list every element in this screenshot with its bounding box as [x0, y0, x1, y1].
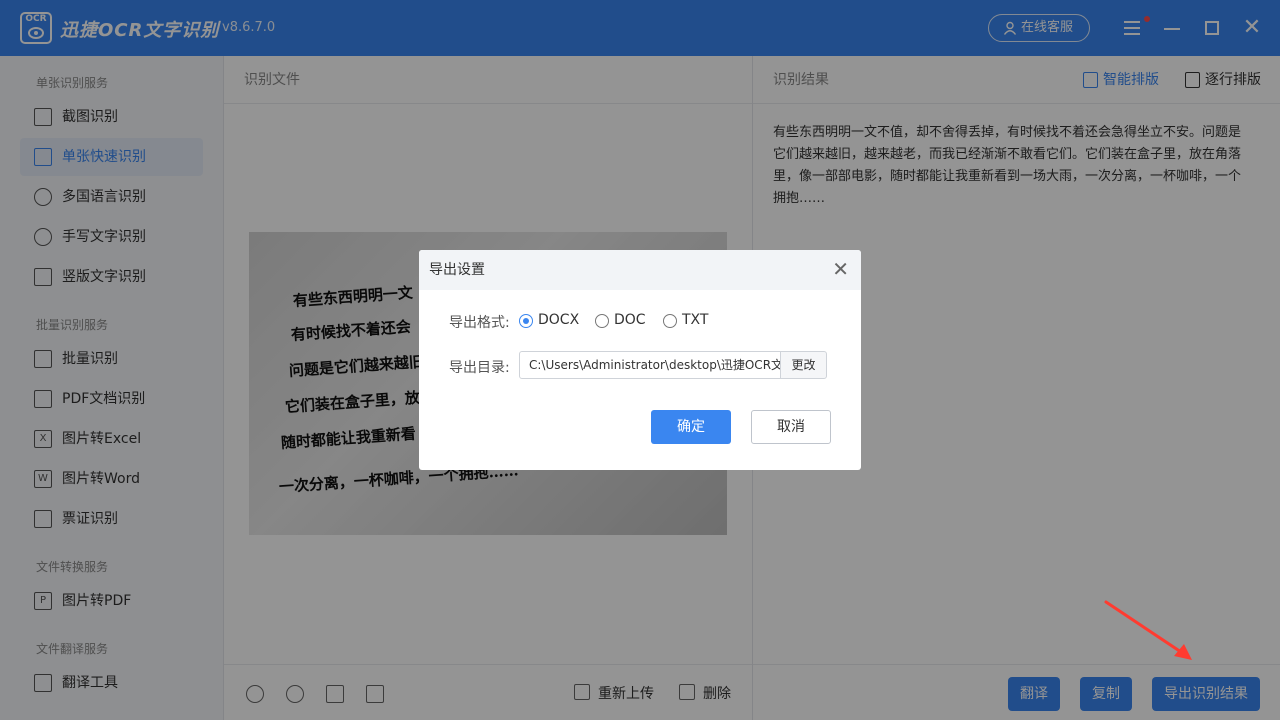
dialog-title: 导出设置 — [419, 250, 861, 290]
format-radio-txt[interactable]: TXT — [663, 312, 708, 328]
format-radio-docx[interactable]: DOCX — [519, 312, 579, 328]
format-option-label: DOCX — [538, 312, 580, 328]
cancel-button[interactable]: 取消 — [751, 410, 831, 444]
radio-dot-icon — [595, 314, 609, 328]
radio-dot-icon — [519, 314, 533, 328]
annotation-arrow-icon — [1104, 600, 1192, 660]
format-radio-doc[interactable]: DOC — [595, 312, 646, 328]
directory-label: 导出目录: — [449, 360, 510, 376]
dialog-close-icon[interactable]: ✕ — [832, 259, 849, 279]
format-option-label: DOC — [614, 312, 646, 328]
confirm-button[interactable]: 确定 — [651, 410, 731, 444]
radio-dot-icon — [663, 314, 677, 328]
change-directory-button[interactable]: 更改 — [780, 351, 827, 379]
format-label: 导出格式: — [449, 315, 510, 331]
export-directory-field[interactable]: C:\Users\Administrator\desktop\迅捷OCR文字识别 — [519, 351, 781, 379]
export-settings-dialog: 导出设置 ✕ 导出格式: DOCX DOC TXT 导出目录: C:\Users… — [419, 250, 861, 470]
format-option-label: TXT — [682, 312, 709, 328]
